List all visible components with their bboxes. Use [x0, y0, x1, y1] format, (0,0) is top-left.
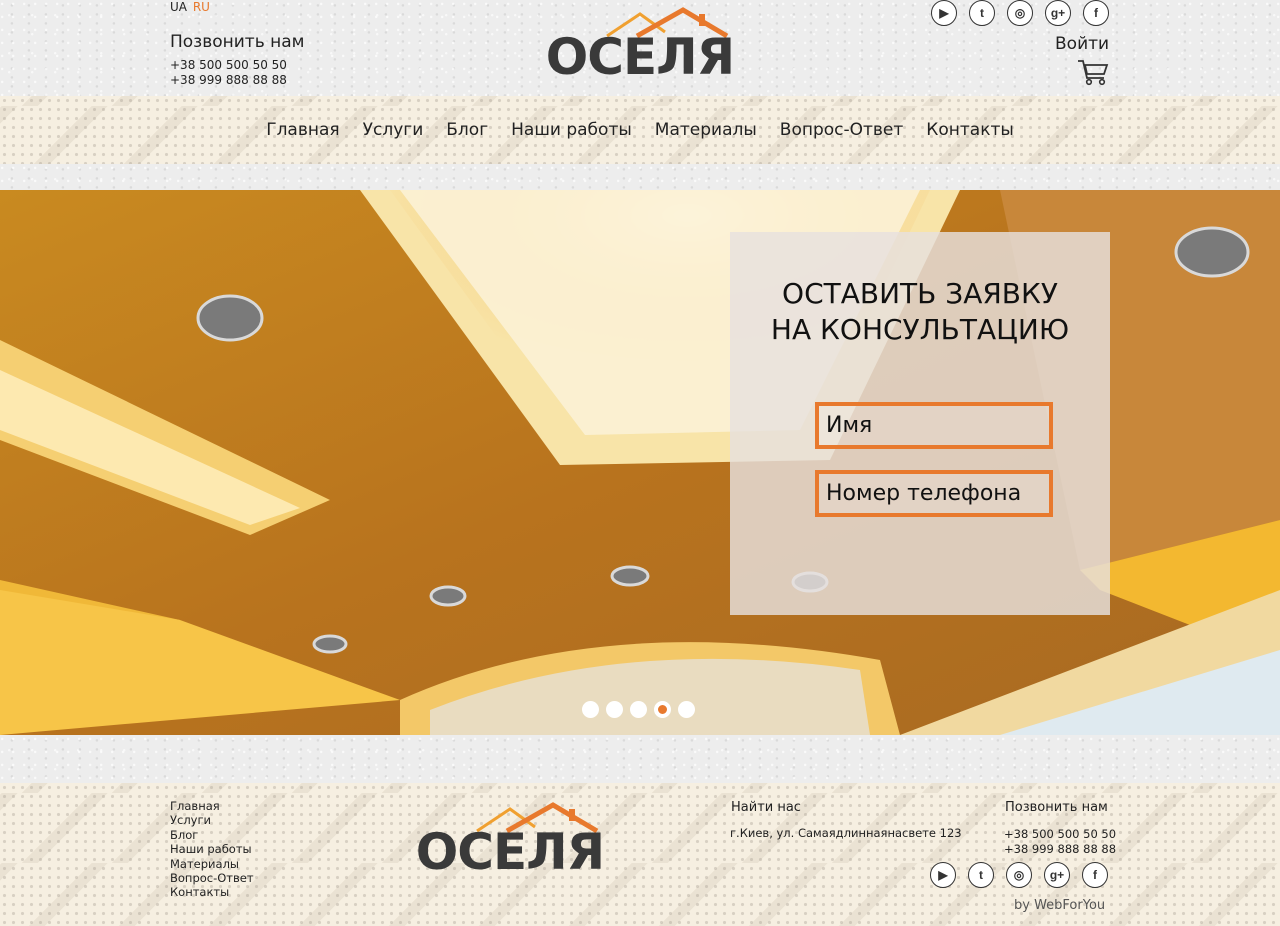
nav-item-materials[interactable]: Материалы	[655, 120, 757, 140]
consultation-form: ОСТАВИТЬ ЗАЯВКУ НА КОНСУЛЬТАЦИЮ	[730, 232, 1110, 615]
facebook-icon[interactable]: f	[1083, 0, 1109, 26]
twitter-icon[interactable]: t	[968, 862, 994, 888]
find-us-title: Найти нас	[731, 800, 801, 815]
footer-link-blog[interactable]: Блог	[170, 828, 254, 842]
slider-dot[interactable]	[582, 701, 599, 718]
social-links: ▶ t ◎ g+ f	[931, 0, 1109, 26]
twitter-icon[interactable]: t	[969, 0, 995, 26]
footer-social-links: ▶ t ◎ g+ f	[930, 862, 1108, 888]
phone-number-1[interactable]: +38 500 500 50 50	[170, 58, 287, 72]
slider-dot[interactable]	[678, 701, 695, 718]
form-title-line1: ОСТАВИТЬ ЗАЯВКУ	[782, 277, 1058, 310]
footer-link-services[interactable]: Услуги	[170, 813, 254, 827]
slider-dot[interactable]	[606, 701, 623, 718]
facebook-icon[interactable]: f	[1082, 862, 1108, 888]
youtube-icon[interactable]: ▶	[930, 862, 956, 888]
instagram-icon[interactable]: ◎	[1007, 0, 1033, 26]
main-navigation: Главная Услуги Блог Наши работы Материал…	[0, 96, 1280, 164]
footer-call-title: Позвонить нам	[1005, 800, 1108, 815]
cart-icon[interactable]	[1077, 58, 1109, 86]
footer-link-our-works[interactable]: Наши работы	[170, 842, 254, 856]
footer-link-contacts[interactable]: Контакты	[170, 885, 254, 899]
google-plus-icon[interactable]: g+	[1044, 862, 1070, 888]
instagram-icon[interactable]: ◎	[1006, 862, 1032, 888]
footer-logo[interactable]: ОСЕЛЯ	[415, 801, 605, 881]
address: г.Киев, ул. Самаядлиннаянасвете 123	[730, 826, 962, 840]
footer-link-home[interactable]: Главная	[170, 799, 254, 813]
slider-dot[interactable]	[630, 701, 647, 718]
form-title-line2: НА КОНСУЛЬТАЦИЮ	[770, 313, 1070, 346]
footer-link-faq[interactable]: Вопрос-Ответ	[170, 871, 254, 885]
phone-input[interactable]	[815, 470, 1053, 517]
language-switcher: UA RU	[170, 0, 210, 14]
developer-credit[interactable]: by WebForYou	[1014, 898, 1105, 913]
footer-link-materials[interactable]: Материалы	[170, 857, 254, 871]
spacer	[0, 164, 1280, 190]
slider-dot-active[interactable]	[654, 701, 671, 718]
nav-item-faq[interactable]: Вопрос-Ответ	[780, 120, 904, 140]
site-footer: Главная Услуги Блог Наши работы Материал…	[0, 783, 1280, 926]
login-link[interactable]: Войти	[1055, 34, 1109, 54]
footer-phone-1[interactable]: +38 500 500 50 50	[1004, 827, 1116, 841]
logo-text: ОСЕЛЯ	[415, 823, 605, 881]
hero-slider: ОСТАВИТЬ ЗАЯВКУ НА КОНСУЛЬТАЦИЮ	[0, 190, 1280, 735]
site-header: UA RU Позвонить нам +38 500 500 50 50 +3…	[0, 0, 1280, 96]
lang-ru-link[interactable]: RU	[193, 0, 210, 14]
youtube-icon[interactable]: ▶	[931, 0, 957, 26]
nav-item-home[interactable]: Главная	[266, 120, 339, 140]
slider-dots	[582, 701, 695, 718]
nav-item-blog[interactable]: Блог	[446, 120, 488, 140]
footer-links: Главная Услуги Блог Наши работы Материал…	[170, 799, 254, 900]
name-input[interactable]	[815, 402, 1053, 449]
nav-item-services[interactable]: Услуги	[363, 120, 424, 140]
google-plus-icon[interactable]: g+	[1045, 0, 1071, 26]
call-us-title: Позвонить нам	[170, 32, 305, 52]
spacer	[0, 735, 1280, 783]
site-logo[interactable]: ОСЕЛЯ	[545, 6, 735, 86]
nav-item-our-works[interactable]: Наши работы	[511, 120, 632, 140]
form-title: ОСТАВИТЬ ЗАЯВКУ НА КОНСУЛЬТАЦИЮ	[730, 276, 1110, 348]
logo-text: ОСЕЛЯ	[545, 28, 735, 86]
phone-number-2[interactable]: +38 999 888 88 88	[170, 73, 287, 87]
lang-ua-link[interactable]: UA	[170, 0, 187, 14]
nav-item-contacts[interactable]: Контакты	[926, 120, 1014, 140]
footer-phone-2[interactable]: +38 999 888 88 88	[1004, 842, 1116, 856]
